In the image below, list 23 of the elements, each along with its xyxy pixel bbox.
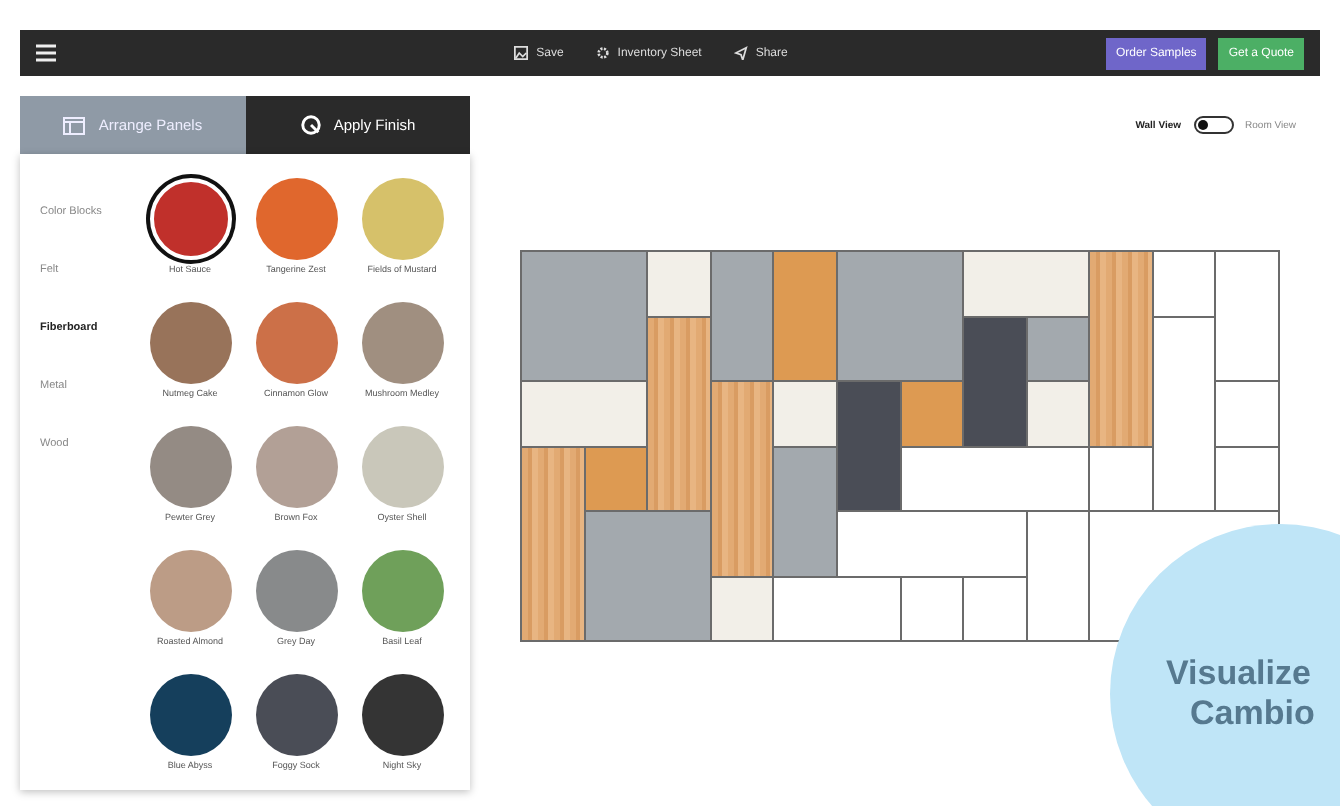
color-swatch[interactable] (361, 302, 443, 384)
color-swatch[interactable] (149, 550, 231, 632)
layout-icon (62, 115, 87, 135)
color-swatch[interactable] (149, 674, 231, 756)
color-swatch[interactable] (149, 178, 231, 260)
promo-text: Visualize (1166, 654, 1313, 694)
color-swatch[interactable] (361, 550, 443, 632)
color-swatch[interactable] (149, 426, 231, 508)
color-swatch[interactable] (361, 674, 443, 756)
color-swatch[interactable] (255, 426, 337, 508)
color-swatch[interactable] (361, 178, 443, 260)
color-swatch[interactable] (255, 302, 337, 384)
menu-icon[interactable] (36, 44, 56, 62)
color-swatch[interactable] (361, 426, 443, 508)
promo-text: Cambio (1188, 693, 1317, 733)
color-swatch[interactable] (255, 550, 337, 632)
view-switch[interactable] (1193, 116, 1234, 134)
send-icon (733, 46, 748, 60)
color-swatch[interactable] (255, 674, 337, 756)
image-icon (514, 46, 529, 60)
color-swatch[interactable] (255, 178, 337, 260)
color-swatch[interactable] (149, 302, 231, 384)
gear-icon (595, 46, 610, 60)
